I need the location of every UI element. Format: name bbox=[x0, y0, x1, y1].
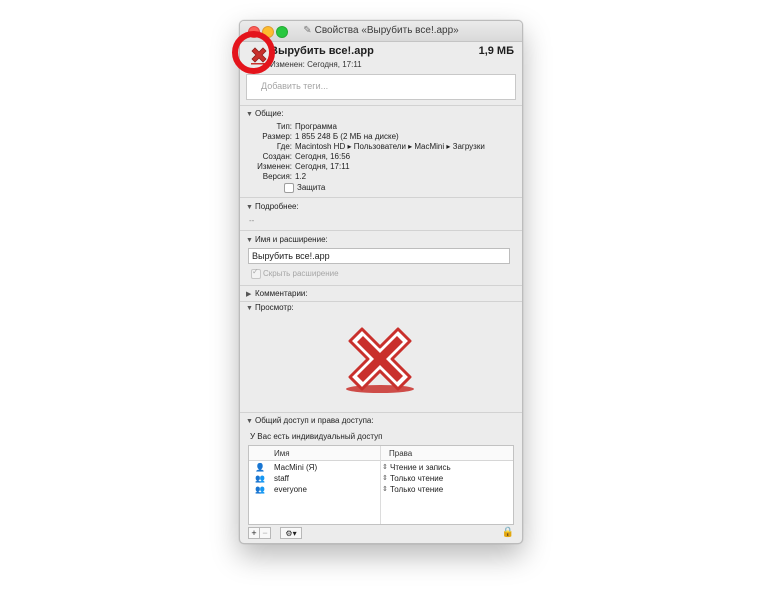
file-name: Вырубить все!.app bbox=[270, 45, 374, 57]
hide-extension-checkbox[interactable]: ✓ bbox=[251, 267, 261, 279]
version-value: 1.2 bbox=[295, 172, 307, 181]
name-column-header[interactable]: Имя bbox=[274, 449, 290, 458]
row-privilege[interactable]: Чтение и запись bbox=[390, 463, 451, 472]
disclosure-open-icon[interactable]: ▼ bbox=[246, 237, 255, 244]
privilege-column-header[interactable]: Права bbox=[389, 449, 412, 458]
row-name: everyone bbox=[274, 485, 307, 494]
kind-value: Программа bbox=[295, 122, 337, 131]
checkmark-icon: ✓ bbox=[252, 267, 259, 276]
divider bbox=[240, 105, 522, 106]
highlight-ring bbox=[232, 31, 275, 74]
section-preview-header[interactable]: ▼ Просмотр: bbox=[246, 303, 294, 312]
action-menu-button[interactable]: ⚙▾ bbox=[280, 527, 302, 539]
locked-label: Защита bbox=[297, 183, 326, 192]
tags-input[interactable]: Добавить теги... bbox=[246, 74, 516, 100]
modified-value: Сегодня, 17:11 bbox=[295, 162, 350, 171]
access-status: У Вас есть индивидуальный доступ bbox=[250, 432, 383, 441]
disclosure-open-icon[interactable]: ▼ bbox=[246, 111, 255, 118]
table-row[interactable]: 👥 everyone ⇕ Только чтение bbox=[249, 484, 513, 495]
section-general-header[interactable]: ▼ Общие: bbox=[246, 109, 284, 118]
created-label: Создан: bbox=[262, 152, 292, 161]
row-privilege[interactable]: Только чтение bbox=[390, 485, 443, 494]
divider bbox=[240, 197, 522, 198]
preview-image bbox=[340, 323, 420, 400]
divider bbox=[240, 285, 522, 286]
disclosure-open-icon[interactable]: ▼ bbox=[246, 305, 255, 312]
updown-icon[interactable]: ⇕ bbox=[382, 463, 388, 471]
lock-icon[interactable]: 🔒 bbox=[502, 527, 514, 538]
version-label: Версия: bbox=[262, 172, 292, 181]
row-name: MacMini (Я) bbox=[274, 463, 318, 472]
file-name-input[interactable] bbox=[248, 248, 510, 264]
row-privilege[interactable]: Только чтение bbox=[390, 474, 443, 483]
locked-checkbox[interactable] bbox=[284, 183, 294, 193]
updown-icon[interactable]: ⇕ bbox=[382, 485, 388, 493]
where-value: Macintosh HD ▸ Пользователи ▸ MacMini ▸ … bbox=[295, 142, 485, 151]
window-title: ✎ Свойства «Вырубить все!.app» bbox=[303, 25, 459, 36]
info-window: ✎ Свойства «Вырубить все!.app» Вырубить в… bbox=[239, 20, 523, 544]
section-comments-header[interactable]: ▶ Комментарии: bbox=[246, 289, 308, 298]
section-name-ext-header[interactable]: ▼ Имя и расширение: bbox=[246, 235, 328, 244]
permissions-toolbar: + − ⚙▾ 🔒 bbox=[248, 527, 514, 541]
size-value: 1 855 248 Б (2 МБ на диске) bbox=[295, 132, 399, 141]
modified-label: Изменен: bbox=[257, 162, 292, 171]
app-title-icon: ✎ bbox=[303, 25, 312, 36]
file-modified: Изменен: Сегодня, 17:11 bbox=[270, 60, 362, 69]
user-icon: 👤 bbox=[255, 463, 265, 472]
table-row[interactable]: 👤 MacMini (Я) ⇕ Чтение и запись bbox=[249, 462, 513, 473]
table-header: Имя Права bbox=[249, 446, 513, 461]
disclosure-open-icon[interactable]: ▼ bbox=[246, 204, 255, 211]
where-label: Где: bbox=[276, 142, 292, 151]
more-info-value: -- bbox=[249, 216, 255, 225]
divider bbox=[240, 412, 522, 413]
tags-placeholder: Добавить теги... bbox=[261, 81, 329, 91]
file-size: 1,9 МБ bbox=[478, 45, 514, 57]
divider bbox=[240, 301, 522, 302]
created-value: Сегодня, 16:56 bbox=[295, 152, 351, 161]
row-name: staff bbox=[274, 474, 289, 483]
section-more-info-header[interactable]: ▼ Подробнее: bbox=[246, 202, 299, 211]
title-bar[interactable]: ✎ Свойства «Вырубить все!.app» bbox=[240, 21, 522, 42]
divider bbox=[240, 230, 522, 231]
kind-label: Тип: bbox=[276, 122, 292, 131]
size-label: Размер: bbox=[262, 132, 292, 141]
hide-extension-label: Скрыть расширение bbox=[263, 269, 339, 278]
disclosure-open-icon[interactable]: ▼ bbox=[246, 418, 255, 425]
section-sharing-header[interactable]: ▼ Общий доступ и права доступа: bbox=[246, 416, 374, 425]
remove-button[interactable]: − bbox=[259, 527, 271, 539]
permissions-table: Имя Права 👤 MacMini (Я) ⇕ Чтение и запис… bbox=[248, 445, 514, 525]
group-icon: 👥 bbox=[255, 474, 265, 483]
group-icon: 👥 bbox=[255, 485, 265, 494]
table-row[interactable]: 👥 staff ⇕ Только чтение bbox=[249, 473, 513, 484]
updown-icon[interactable]: ⇕ bbox=[382, 474, 388, 482]
disclosure-closed-icon[interactable]: ▶ bbox=[246, 290, 255, 298]
